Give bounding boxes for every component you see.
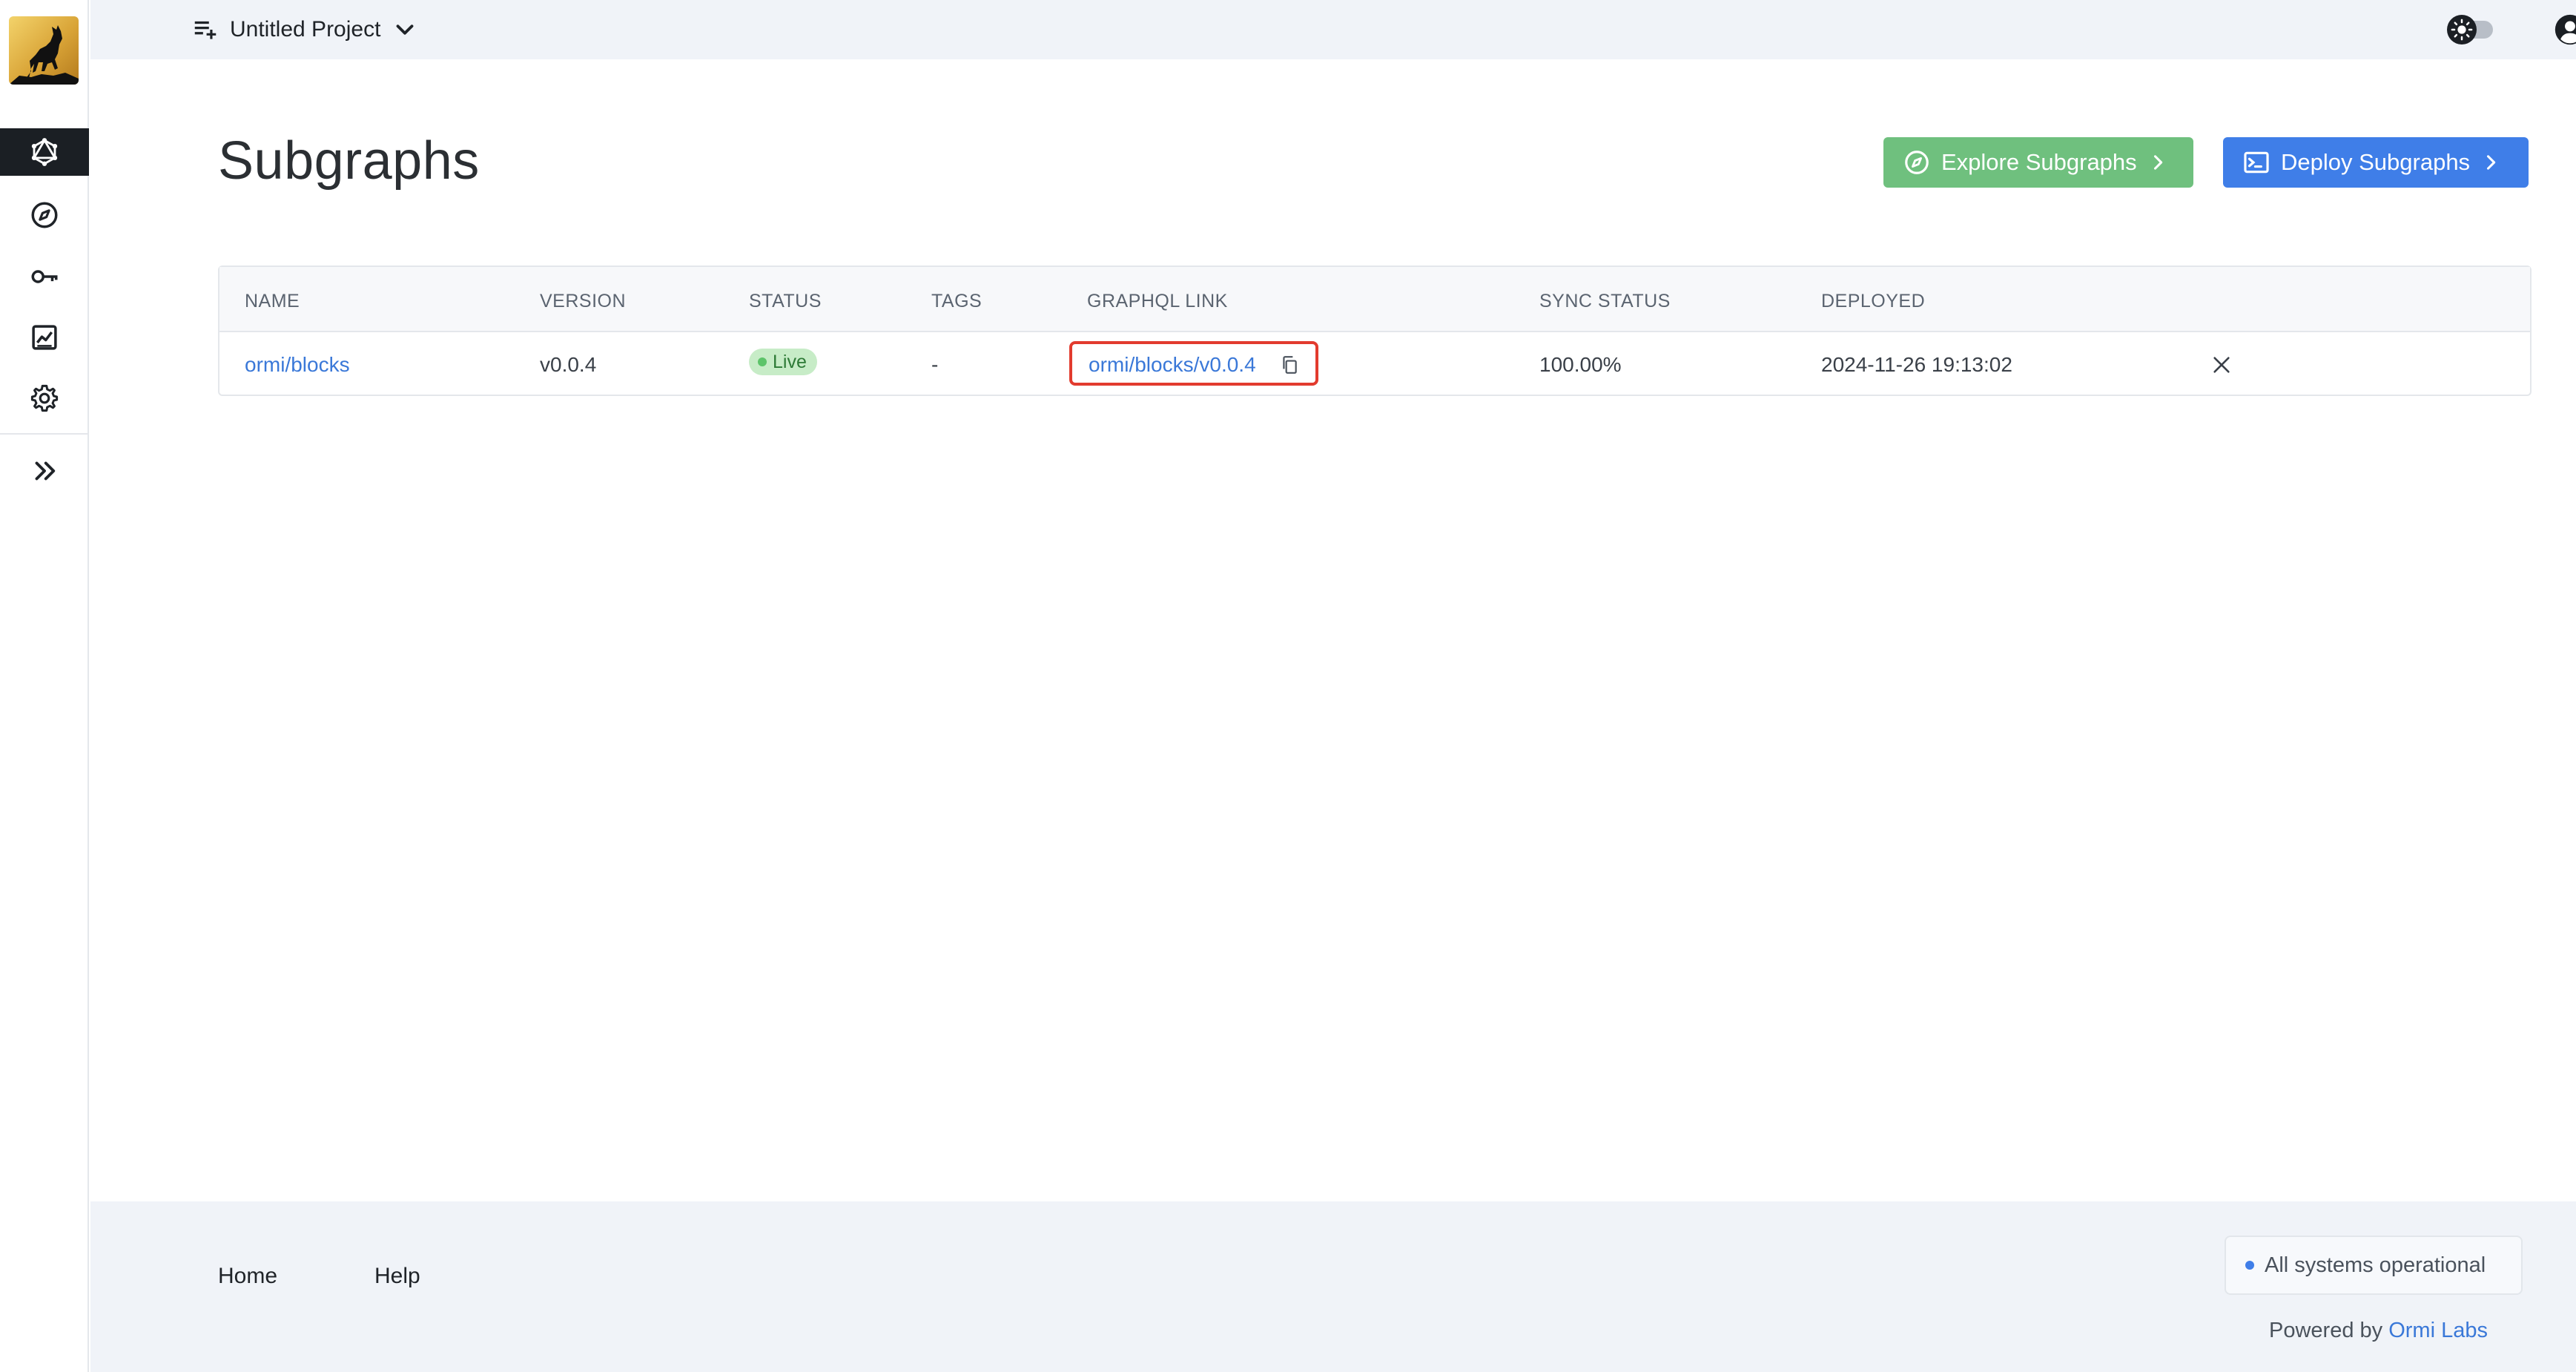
compass-icon xyxy=(1905,151,1929,174)
ormi-labs-link[interactable]: Ormi Labs xyxy=(2388,1319,2488,1342)
key-icon xyxy=(31,270,58,283)
header-sync-status: SYNC STATUS xyxy=(1539,291,1671,311)
graphql-link[interactable]: ormi/blocks/v0.0.4 xyxy=(1089,353,1256,377)
chart-icon xyxy=(32,325,57,350)
project-selector[interactable]: Untitled Project xyxy=(191,12,419,47)
header-graphql-link: GRAPHQL LINK xyxy=(1087,291,1228,311)
table-row: ormi/blocks v0.0.4 Live - ormi/blocks/v0… xyxy=(219,334,2530,396)
header-name: NAME xyxy=(245,291,300,311)
sidebar-divider xyxy=(0,433,89,435)
powered-by-prefix: Powered by xyxy=(2269,1319,2383,1342)
graphql-link-highlight: ormi/blocks/v0.0.4 xyxy=(1069,341,1318,386)
sun-icon xyxy=(2447,15,2477,44)
chevron-right-icon xyxy=(2153,155,2162,170)
graphql-icon xyxy=(31,138,58,166)
nav-subgraphs[interactable] xyxy=(0,128,89,176)
user-avatar[interactable] xyxy=(2554,13,2576,46)
chevrons-right-icon xyxy=(35,461,56,481)
status-dot-icon xyxy=(2245,1261,2254,1270)
deployed-timestamp: 2024-11-26 19:13:02 xyxy=(1821,353,2012,376)
subgraphs-table: NAME VERSION STATUS TAGS GRAPHQL LINK SY… xyxy=(218,266,2532,396)
explore-subgraphs-button[interactable]: Explore Subgraphs xyxy=(1883,137,2193,188)
goat-logo-icon xyxy=(9,25,79,85)
header-version: VERSION xyxy=(540,291,627,311)
header-tags: TAGS xyxy=(931,291,982,311)
page-title: Subgraphs xyxy=(218,131,480,191)
terminal-icon xyxy=(2244,151,2269,174)
theme-toggle[interactable] xyxy=(2447,15,2494,44)
copy-icon[interactable] xyxy=(1280,354,1299,375)
deploy-subgraphs-button[interactable]: Deploy Subgraphs xyxy=(2223,137,2529,188)
subgraph-version: v0.0.4 xyxy=(540,353,597,376)
project-name: Untitled Project xyxy=(230,17,381,42)
header-deployed: DEPLOYED xyxy=(1821,291,1926,311)
deploy-button-label: Deploy Subgraphs xyxy=(2281,149,2471,175)
chevron-right-icon xyxy=(2487,155,2496,170)
sidebar xyxy=(0,0,89,1372)
nav-api-keys[interactable] xyxy=(0,253,89,300)
top-bar: Untitled Project xyxy=(90,0,2576,59)
header-status: STATUS xyxy=(749,291,822,311)
system-status-badge[interactable]: All systems operational xyxy=(2225,1236,2523,1295)
playlist-add-icon xyxy=(194,21,217,39)
live-dot-icon xyxy=(758,357,767,366)
table-header: NAME VERSION STATUS TAGS GRAPHQL LINK SY… xyxy=(219,267,2530,332)
close-icon[interactable] xyxy=(2211,354,2232,375)
account-circle-icon xyxy=(2554,14,2576,45)
status-label: Live xyxy=(773,351,807,372)
gear-icon xyxy=(30,384,59,412)
system-status-text: All systems operational xyxy=(2265,1253,2486,1277)
compass-icon xyxy=(31,202,58,228)
nav-expand[interactable] xyxy=(0,447,89,495)
explore-button-label: Explore Subgraphs xyxy=(1941,149,2137,175)
nav-explore[interactable] xyxy=(0,191,89,239)
footer-home-link[interactable]: Home xyxy=(218,1264,277,1289)
chevron-down-icon xyxy=(397,24,414,35)
subgraph-name-link[interactable]: ormi/blocks xyxy=(245,353,350,377)
subgraph-tags: - xyxy=(931,353,939,376)
nav-analytics[interactable] xyxy=(0,314,89,361)
nav-settings[interactable] xyxy=(0,375,89,422)
powered-by: Powered by Ormi Labs xyxy=(2269,1319,2488,1343)
sync-status: 100.00% xyxy=(1539,353,1622,376)
footer-help-link[interactable]: Help xyxy=(374,1264,420,1289)
ormi-logo[interactable] xyxy=(9,16,79,85)
status-badge: Live xyxy=(749,349,817,375)
footer: Home Help All systems operational Powere… xyxy=(90,1201,2576,1372)
